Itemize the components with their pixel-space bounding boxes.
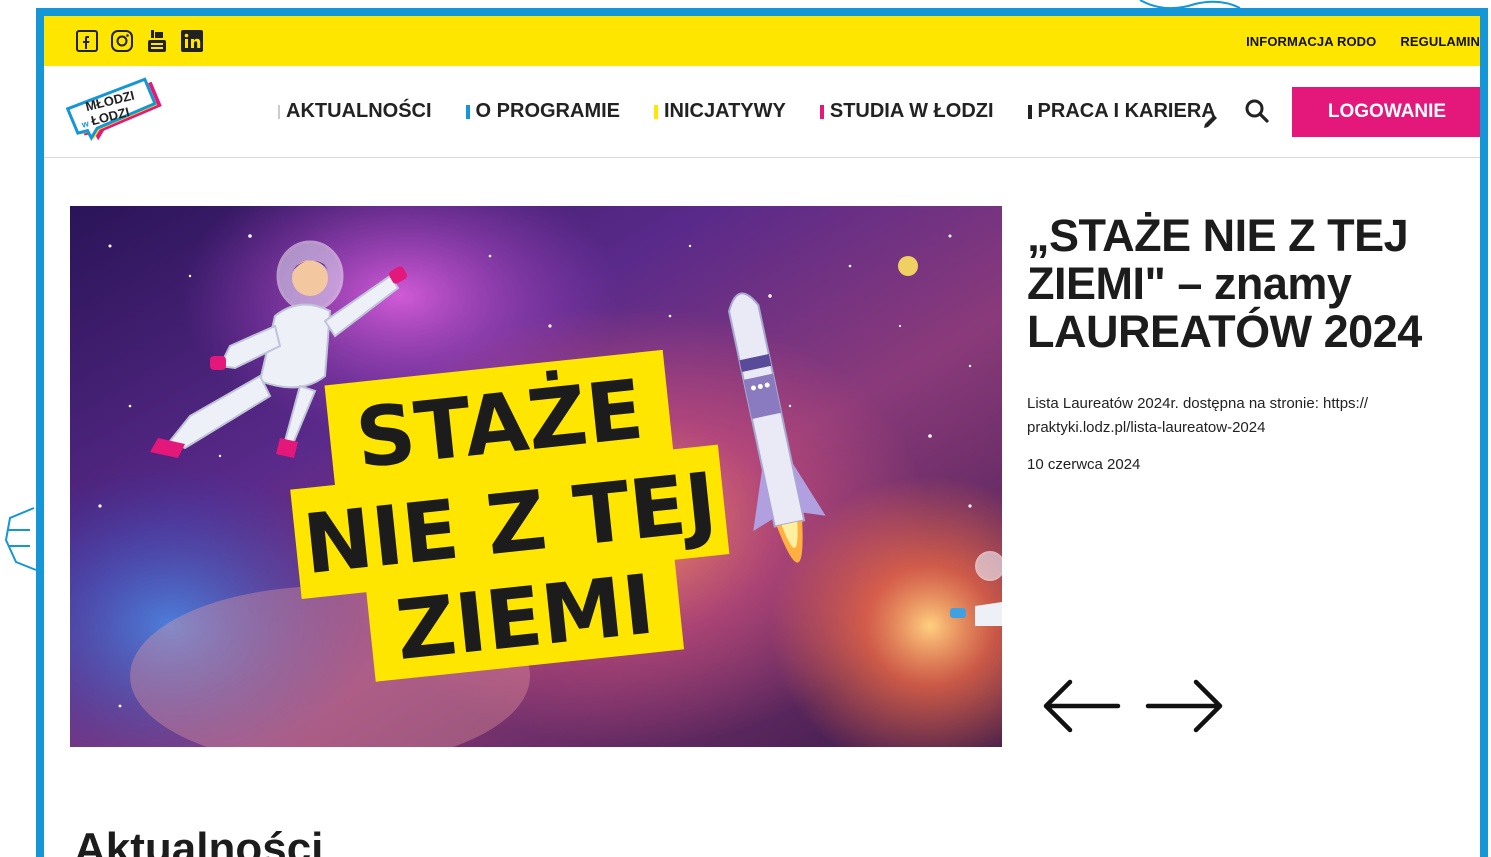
nav-accent-bar [1027, 104, 1032, 119]
slider-next-button[interactable] [1144, 676, 1228, 736]
nav-item-aktualnosci[interactable]: AKTUALNOŚCI [278, 100, 432, 123]
top-bar: INFORMACJA RODO REGULAMIN [44, 16, 1480, 66]
youtube-icon[interactable] [144, 28, 170, 54]
nav-item-label: STUDIA W ŁODZI [829, 100, 994, 122]
linkedin-icon[interactable] [179, 28, 205, 54]
mlodzi-w-lodzi-logo[interactable]: MŁODZI w ŁODZI [66, 76, 176, 148]
doodle-decoration-left [4, 507, 37, 571]
arrow-left-icon [1043, 679, 1121, 733]
nav-accent-bar [819, 104, 824, 119]
nav-item-praca[interactable]: PRACA I KARIERA [1027, 100, 1216, 123]
browser-frame: INFORMACJA RODO REGULAMIN MŁODZI w ŁODZI… [36, 8, 1488, 857]
top-links: INFORMACJA RODO REGULAMIN [1246, 34, 1480, 49]
nav-item-inicjatywy[interactable]: INICJATYWY [654, 100, 786, 123]
social-links [74, 28, 205, 54]
nav-item-label: INICJATYWY [664, 100, 786, 122]
nav-item-label: PRACA I KARIERA [1037, 100, 1216, 122]
instagram-icon[interactable] [109, 28, 135, 54]
hero-slide-text: „STAŻE NIE Z TEJ ZIEMI" – znamy LAUREATÓ… [1027, 212, 1447, 474]
hero-title[interactable]: „STAŻE NIE Z TEJ ZIEMI" – znamy LAUREATÓ… [1027, 212, 1447, 356]
nav-accent-bar [465, 104, 470, 119]
hero-date: 10 czerwca 2024 [1027, 456, 1141, 473]
search-icon[interactable] [1244, 98, 1270, 124]
slider-prev-button[interactable] [1038, 676, 1122, 736]
slider-controls [1038, 676, 1228, 736]
regulamin-link[interactable]: REGULAMIN [1400, 34, 1480, 49]
arrow-right-icon [1145, 679, 1223, 733]
main-nav: AKTUALNOŚCI O PROGRAMIE INICJATYWY STUDI… [278, 100, 1216, 123]
hero-slide-image[interactable]: STAŻE NIE Z TEJ ZIEMI [70, 206, 1002, 747]
nav-accent-bar [278, 104, 280, 119]
nav-item-studia[interactable]: STUDIA W ŁODZI [819, 100, 994, 123]
nav-item-label: AKTUALNOŚCI [286, 100, 432, 122]
login-button[interactable]: LOGOWANIE [1292, 87, 1480, 137]
pencil-icon [1204, 115, 1217, 128]
site-header: MŁODZI w ŁODZI AKTUALNOŚCI O PROGRAMIE I… [44, 66, 1480, 158]
nav-item-label: O PROGRAMIE [475, 100, 620, 122]
hero-description: Lista Laureatów 2024r. dostępna na stron… [1027, 395, 1369, 436]
rodo-link[interactable]: INFORMACJA RODO [1246, 34, 1376, 49]
section-title-aktualnosci: Aktualności [74, 824, 324, 857]
facebook-icon[interactable] [74, 28, 100, 54]
nav-accent-bar [654, 104, 658, 119]
nav-item-o-programie[interactable]: O PROGRAMIE [465, 100, 620, 123]
